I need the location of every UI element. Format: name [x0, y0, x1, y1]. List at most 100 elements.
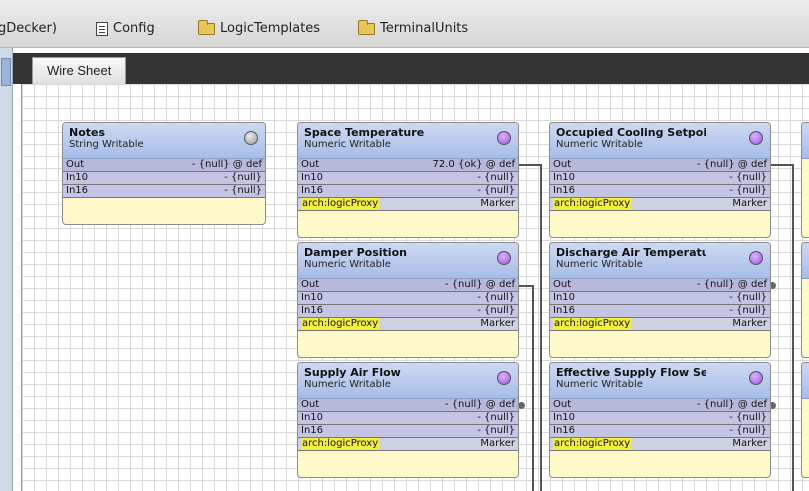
slot-in10[interactable]: In10 - {null} — [550, 292, 770, 305]
wire[interactable] — [770, 164, 794, 166]
folder-icon — [198, 19, 215, 35]
slot-in16[interactable]: In16 - {null} — [298, 305, 518, 318]
tab-wire-sheet[interactable]: Wire Sheet — [32, 57, 127, 84]
slot-out[interactable]: Out - {null} @ def — [63, 159, 265, 172]
breadcrumb-item-logictemplates[interactable]: LogicTemplates — [198, 19, 320, 36]
slot-text: - {null} — [729, 412, 767, 423]
slot-text: Marker — [480, 198, 515, 209]
slot-text: Out — [553, 279, 572, 290]
component-supply-air-flow[interactable]: Supply Air Flow Numeric Writable Out - {n… — [297, 362, 519, 478]
wire[interactable] — [792, 164, 794, 491]
slot-text: - {null} @ def — [444, 399, 515, 410]
slot-text: Marker — [732, 438, 767, 449]
component-notes[interactable]: Notes String Writable Out - {null} @ def … — [62, 122, 266, 225]
slot-text: - {null} — [729, 172, 767, 183]
wire[interactable] — [540, 164, 542, 491]
slot-logic-proxy[interactable]: arch:logicProxy Marker — [298, 198, 518, 211]
slot-text: Marker — [732, 198, 767, 209]
slot-text: In16 — [66, 185, 89, 196]
slot-in10[interactable]: In10 - {null} — [298, 412, 518, 425]
slot-text: arch:logicProxy — [301, 198, 380, 210]
breadcrumb-item-terminalunits[interactable]: TerminalUnits — [358, 19, 468, 36]
slot-text: Out — [301, 159, 320, 170]
slot-text: - {null} — [224, 185, 262, 196]
slot-text: arch:logicProxy — [553, 438, 632, 450]
slot-in16[interactable]: In16 - {null} — [63, 185, 265, 198]
component-effective-supply-flow-setpoint[interactable]: Effective Supply Flow Set Numeric Writab… — [549, 362, 771, 478]
slot-text: In10 — [301, 292, 324, 303]
slot-text: In10 — [66, 172, 89, 183]
status-indicator-icon — [497, 251, 511, 265]
slot-text: - {null} — [477, 292, 515, 303]
slot-in16[interactable]: In16 - {null} — [298, 425, 518, 438]
slot-out[interactable]: Out 72.0 {ok} @ def — [298, 159, 518, 172]
slot-text: Marker — [732, 318, 767, 329]
slot-in10[interactable]: In10 - {null} — [550, 172, 770, 185]
component-occupied-cooling-setpoint[interactable]: Occupied Cooling Setpoin Numeric Writabl… — [549, 122, 771, 238]
folder-icon — [358, 19, 375, 35]
slot-text: - {null} — [729, 425, 767, 436]
slot-logic-proxy[interactable]: arch:logicProxy Marker — [298, 438, 518, 451]
document-icon — [96, 21, 108, 36]
slot-text: In10 — [553, 412, 576, 423]
slot-text: - {null} @ def — [696, 399, 767, 410]
slot-logic-proxy[interactable]: arch:logicProxy Marker — [298, 318, 518, 331]
slot-logic-proxy[interactable]: arch:logicProxy Marker — [550, 438, 770, 451]
slot-text: Out — [553, 399, 572, 410]
slot-text: Out — [553, 159, 572, 170]
slot-in10[interactable]: In10 - {null} — [298, 292, 518, 305]
slot-text: arch:logicProxy — [553, 318, 632, 330]
slot-out[interactable]: Out - {null} @ def — [298, 399, 518, 412]
slot-in16[interactable]: In16 - {null} — [550, 305, 770, 318]
slot-out[interactable]: Out - {null} @ def — [298, 279, 518, 292]
slot-out[interactable]: Out - {null} @ def — [550, 399, 770, 412]
slot-out[interactable]: Out - {null} @ def — [550, 279, 770, 292]
slot-text: - {null} — [477, 185, 515, 196]
wire[interactable] — [518, 164, 542, 166]
side-panel-handle[interactable] — [1, 58, 11, 86]
breadcrumb-partial[interactable]: gDecker) — [0, 21, 57, 36]
slot-out[interactable]: Out - {null} @ def — [550, 159, 770, 172]
slot-text: arch:logicProxy — [553, 198, 632, 210]
component-partial[interactable] — [801, 122, 809, 238]
wire-pin[interactable] — [518, 402, 525, 409]
slot-in10[interactable]: In10 - {null} — [63, 172, 265, 185]
slot-text: In10 — [553, 172, 576, 183]
slot-text: In16 — [301, 185, 324, 196]
component-damper-position[interactable]: Damper Position Numeric Writable Out - {n… — [297, 242, 519, 358]
wire[interactable] — [532, 285, 534, 491]
component-partial[interactable] — [801, 362, 809, 478]
component-header: Notes String Writable — [63, 123, 265, 159]
component-discharge-air-temperature[interactable]: Discharge Air Temperatu Numeric Writable… — [549, 242, 771, 358]
slot-logic-proxy[interactable]: arch:logicProxy Marker — [550, 198, 770, 211]
slot-text: In16 — [301, 425, 324, 436]
slot-text: In10 — [301, 172, 324, 183]
slot-in16[interactable]: In16 - {null} — [298, 185, 518, 198]
status-indicator-icon — [244, 131, 258, 145]
slot-text: - {null} — [477, 412, 515, 423]
slot-text: Out — [66, 159, 85, 170]
status-indicator-icon — [749, 251, 763, 265]
slot-logic-proxy[interactable]: arch:logicProxy Marker — [550, 318, 770, 331]
status-indicator-icon — [749, 131, 763, 145]
component-space-temperature[interactable]: Space Temperature Numeric Writable Out 72… — [297, 122, 519, 238]
slot-text: - {null} @ def — [696, 159, 767, 170]
slot-in16[interactable]: In16 - {null} — [550, 185, 770, 198]
slot-text: arch:logicProxy — [301, 318, 380, 330]
side-panel-strip[interactable] — [0, 48, 13, 491]
wire-sheet-canvas[interactable]: Notes String Writable Out - {null} @ def … — [21, 84, 809, 491]
slot-text: In10 — [301, 412, 324, 423]
slot-text: Marker — [480, 438, 515, 449]
slot-in10[interactable]: In10 - {null} — [550, 412, 770, 425]
status-indicator-icon — [749, 371, 763, 385]
slot-in10[interactable]: In10 - {null} — [298, 172, 518, 185]
status-indicator-icon — [497, 131, 511, 145]
component-partial[interactable] — [801, 242, 809, 358]
slot-text: Out — [301, 399, 320, 410]
slot-text: In16 — [301, 305, 324, 316]
slot-text: - {null} @ def — [696, 279, 767, 290]
slot-text: In10 — [553, 292, 576, 303]
breadcrumb-item-config[interactable]: Config — [96, 21, 155, 36]
slot-in16[interactable]: In16 - {null} — [550, 425, 770, 438]
slot-text: - {null} @ def — [191, 159, 262, 170]
